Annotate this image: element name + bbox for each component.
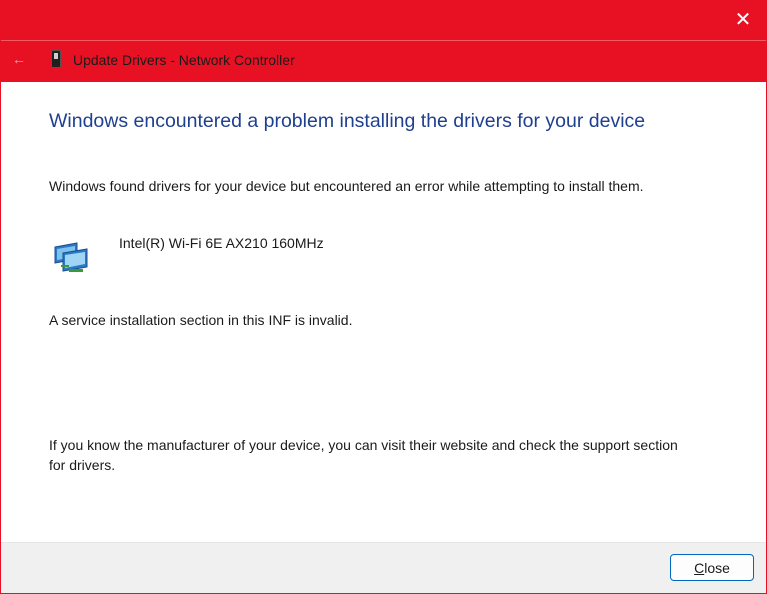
dialog-footer: Close	[1, 542, 766, 593]
close-button-label: lose	[704, 560, 730, 576]
device-icon	[51, 50, 61, 68]
dialog-title: Update Drivers - Network Controller	[73, 52, 295, 68]
error-description: Windows found drivers for your device bu…	[49, 178, 644, 194]
close-icon[interactable]: ✕	[720, 0, 766, 40]
back-arrow-icon[interactable]: ←	[9, 49, 29, 69]
dialog-content: Windows encountered a problem installing…	[1, 82, 766, 542]
close-button-mnemonic: C	[694, 560, 705, 576]
update-drivers-dialog: ✕ ← Update Drivers - Network Controller …	[0, 0, 767, 594]
close-button[interactable]: Close	[670, 554, 754, 581]
network-adapter-icon	[54, 242, 88, 272]
title-bar: ✕	[1, 0, 766, 40]
error-heading: Windows encountered a problem installing…	[49, 110, 646, 132]
device-name: Intel(R) Wi-Fi 6E AX210 160MHz	[119, 235, 324, 251]
help-text: If you know the manufacturer of your dev…	[49, 437, 678, 473]
navigation-bar: ← Update Drivers - Network Controller	[1, 40, 766, 82]
error-message: A service installation section in this I…	[49, 312, 353, 328]
